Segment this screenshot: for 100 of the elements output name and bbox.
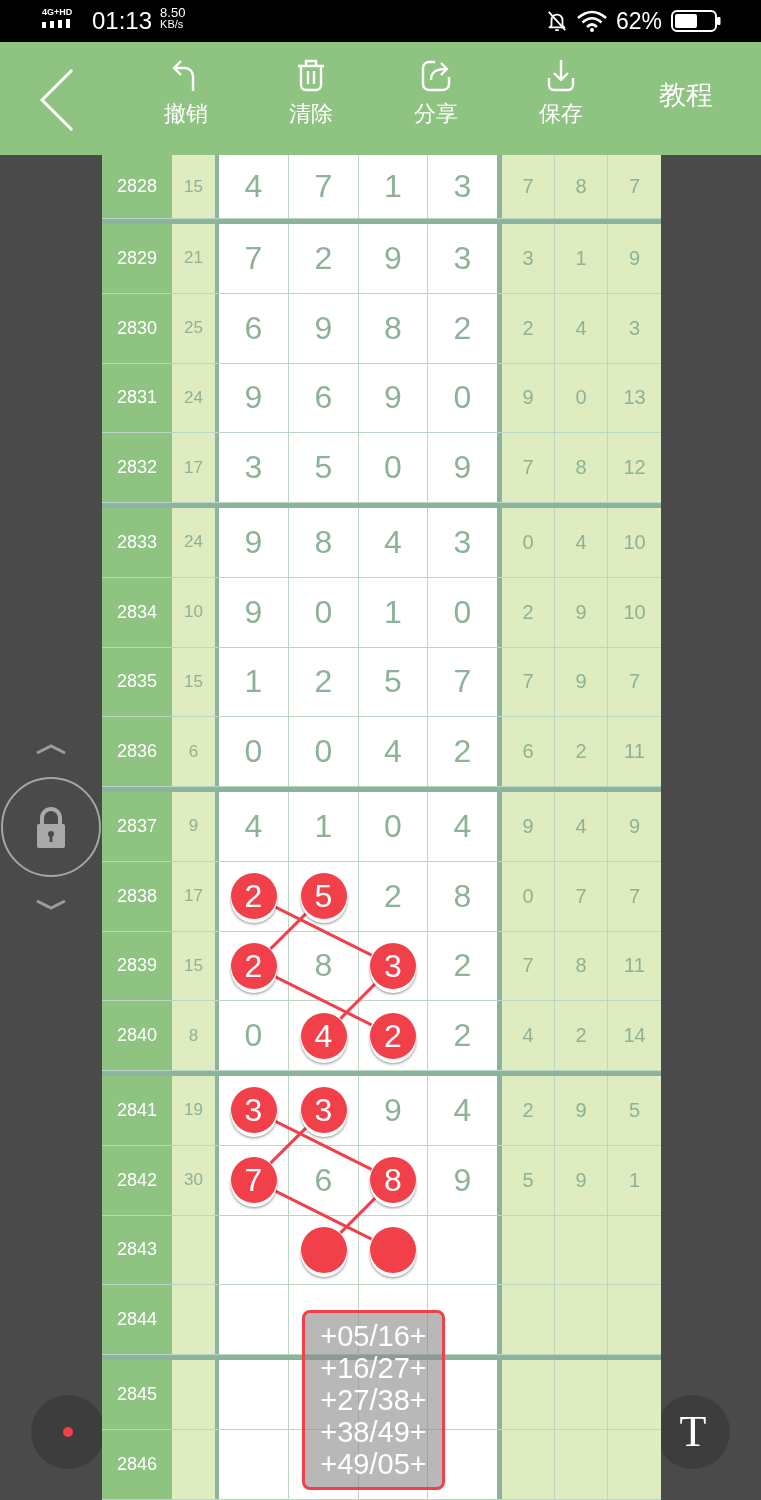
stat-cell: 9 — [555, 1076, 608, 1145]
dot-icon — [63, 1427, 73, 1437]
lock-button[interactable] — [1, 777, 101, 877]
stat-cell — [608, 1215, 661, 1285]
share-icon — [419, 58, 452, 92]
sum-cell — [172, 1215, 215, 1285]
issue-cell: 2833 — [102, 508, 172, 577]
issue-cell: 2844 — [102, 1285, 172, 1354]
stat-cell: 7 — [608, 155, 661, 218]
stat-cell — [608, 1285, 661, 1354]
issue-cell: 2841 — [102, 1076, 172, 1145]
sum-cell: 25 — [172, 293, 215, 363]
sum-cell: 24 — [172, 508, 215, 577]
issue-cell: 2842 — [102, 1145, 172, 1215]
chevron-down-icon — [35, 899, 67, 911]
stat-cell: 8 — [555, 155, 608, 218]
popup-line: +49/05+ — [320, 1448, 427, 1480]
issue-cell: 2835 — [102, 647, 172, 717]
issue-cell: 2843 — [102, 1215, 172, 1285]
stat-cell: 0 — [555, 363, 608, 433]
speed-unit: KB/s — [160, 19, 185, 30]
issue-cell: 2846 — [102, 1429, 172, 1499]
stat-cell: 4 — [555, 508, 608, 577]
sum-cell: 17 — [172, 433, 215, 502]
issue-cell: 2838 — [102, 861, 172, 931]
stat-cell: 7 — [555, 861, 608, 931]
stat-cell — [608, 1429, 661, 1499]
chevron-left-icon — [40, 68, 74, 132]
issue-cell: 2840 — [102, 1001, 172, 1070]
stat-cell: 3 — [502, 224, 555, 293]
stat-cell: 1 — [555, 224, 608, 293]
stat-cell: 2 — [555, 717, 608, 786]
stat-cell: 6 — [502, 717, 555, 786]
sum-cell — [172, 1285, 215, 1354]
sum-cell: 24 — [172, 363, 215, 433]
issue-cell: 2829 — [102, 224, 172, 293]
stat-cell: 9 — [555, 647, 608, 717]
sum-cell: 8 — [172, 1001, 215, 1070]
popup-line: +27/38+ — [320, 1384, 427, 1416]
share-button[interactable]: 分享 — [413, 58, 458, 128]
stat-cell: 12 — [608, 433, 661, 502]
number-marker: 3 — [370, 942, 416, 989]
number-marker: 7 — [230, 1157, 277, 1204]
issue-cell: 2834 — [102, 577, 172, 647]
clock-time: 01:13 — [92, 7, 153, 35]
undo-button[interactable]: 撤销 — [163, 58, 208, 128]
stat-cell: 5 — [502, 1145, 555, 1215]
number-marker: 2 — [230, 873, 277, 920]
stat-cell: 4 — [555, 792, 608, 861]
number-marker: 2 — [370, 1012, 416, 1059]
stat-cell: 11 — [608, 931, 661, 1001]
issue-cell: 2836 — [102, 717, 172, 786]
save-button[interactable]: 保存 — [538, 58, 583, 128]
chevron-up-icon — [35, 743, 67, 755]
number-marker: 5 — [300, 873, 347, 920]
sum-cell: 9 — [172, 792, 215, 861]
clear-button[interactable]: 清除 — [288, 58, 333, 128]
stat-cell: 11 — [608, 717, 661, 786]
stat-cell: 1 — [608, 1145, 661, 1215]
stat-cell: 2 — [502, 293, 555, 363]
issue-cell: 2830 — [102, 293, 172, 363]
stat-cell: 2 — [555, 1001, 608, 1070]
stat-cell: 9 — [555, 577, 608, 647]
stat-cell: 2 — [502, 577, 555, 647]
stat-cell: 8 — [555, 931, 608, 1001]
sum-cell — [172, 1360, 215, 1429]
number-marker: 4 — [300, 1012, 347, 1059]
network-type-label: 4G+HD — [42, 6, 73, 17]
stat-cell: 9 — [502, 792, 555, 861]
sum-cell: 15 — [172, 647, 215, 717]
sum-cell: 21 — [172, 224, 215, 293]
stat-cell: 9 — [555, 1145, 608, 1215]
stat-cell: 10 — [608, 577, 661, 647]
stat-cell: 4 — [502, 1001, 555, 1070]
sum-cell: 6 — [172, 717, 215, 786]
popup-line: +16/27+ — [320, 1352, 427, 1384]
battery-icon — [671, 10, 721, 32]
issue-cell: 2837 — [102, 792, 172, 861]
number-marker: 8 — [370, 1157, 416, 1204]
sum-cell: 17 — [172, 861, 215, 931]
stat-cell: 7 — [502, 155, 555, 218]
back-button[interactable] — [40, 68, 74, 132]
stat-cell: 7 — [608, 647, 661, 717]
issue-cell: 2831 — [102, 363, 172, 433]
tutorial-button[interactable]: 教程 — [658, 78, 713, 112]
number-marker: 3 — [230, 1087, 277, 1134]
padlock-icon — [34, 805, 68, 849]
stat-cell: 8 — [555, 433, 608, 502]
stat-cell: 14 — [608, 1001, 661, 1070]
stat-cell: 10 — [608, 508, 661, 577]
stat-cell: 9 — [608, 224, 661, 293]
stat-cell: 4 — [555, 293, 608, 363]
popup-line: +38/49+ — [320, 1416, 427, 1448]
text-tool-button[interactable]: T — [661, 1395, 730, 1469]
sum-cell: 15 — [172, 155, 215, 218]
bell-muted-icon — [545, 10, 568, 32]
sum-cell: 30 — [172, 1145, 215, 1215]
stat-cell: 9 — [608, 792, 661, 861]
issue-cell: 2845 — [102, 1360, 172, 1429]
issue-cell: 2828 — [102, 155, 172, 218]
